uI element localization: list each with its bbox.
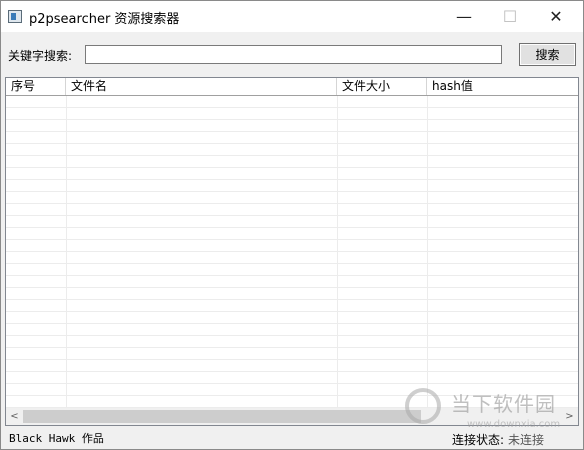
title-bar[interactable]: p2psearcher 资源搜索器 — ☐ ✕ bbox=[1, 1, 583, 32]
minimize-button[interactable]: — bbox=[441, 1, 487, 32]
close-icon: ✕ bbox=[549, 7, 563, 26]
column-header-hash[interactable]: hash值 bbox=[427, 78, 578, 95]
column-divider bbox=[66, 96, 67, 408]
watermark-text-cn: 当下软件园 bbox=[451, 392, 556, 416]
window-title: p2psearcher 资源搜索器 bbox=[29, 12, 180, 27]
search-input[interactable] bbox=[85, 45, 502, 64]
results-table[interactable]: 序号 文件名 文件大小 hash值 < > bbox=[5, 77, 579, 426]
column-header-filename[interactable]: 文件名 bbox=[66, 78, 337, 95]
scroll-thumb[interactable] bbox=[23, 410, 421, 423]
watermark-logo-icon bbox=[405, 388, 441, 424]
credit-text: Black Hawk 作品 bbox=[9, 432, 104, 445]
close-button[interactable]: ✕ bbox=[533, 1, 579, 32]
column-header-filesize[interactable]: 文件大小 bbox=[337, 78, 427, 95]
column-header-index[interactable]: 序号 bbox=[6, 78, 66, 95]
column-divider bbox=[337, 96, 338, 408]
maximize-button[interactable]: ☐ bbox=[487, 1, 533, 32]
app-icon bbox=[8, 10, 22, 23]
app-window: p2psearcher 资源搜索器 — ☐ ✕ 关键字搜索: 搜索 序号 文件名… bbox=[0, 0, 584, 450]
table-header: 序号 文件名 文件大小 hash值 bbox=[6, 78, 578, 96]
minimize-icon: — bbox=[456, 7, 472, 26]
search-button-label: 搜索 bbox=[535, 48, 560, 62]
maximize-icon: ☐ bbox=[502, 7, 518, 26]
search-label: 关键字搜索: bbox=[8, 49, 73, 63]
watermark: 当下软件园 www.downxia.com bbox=[405, 386, 575, 436]
search-button[interactable]: 搜索 bbox=[519, 43, 576, 66]
scroll-left-arrow-icon[interactable]: < bbox=[6, 408, 23, 425]
watermark-text-en: www.downxia.com bbox=[467, 419, 561, 430]
column-divider bbox=[427, 96, 428, 408]
table-body[interactable] bbox=[6, 96, 578, 408]
